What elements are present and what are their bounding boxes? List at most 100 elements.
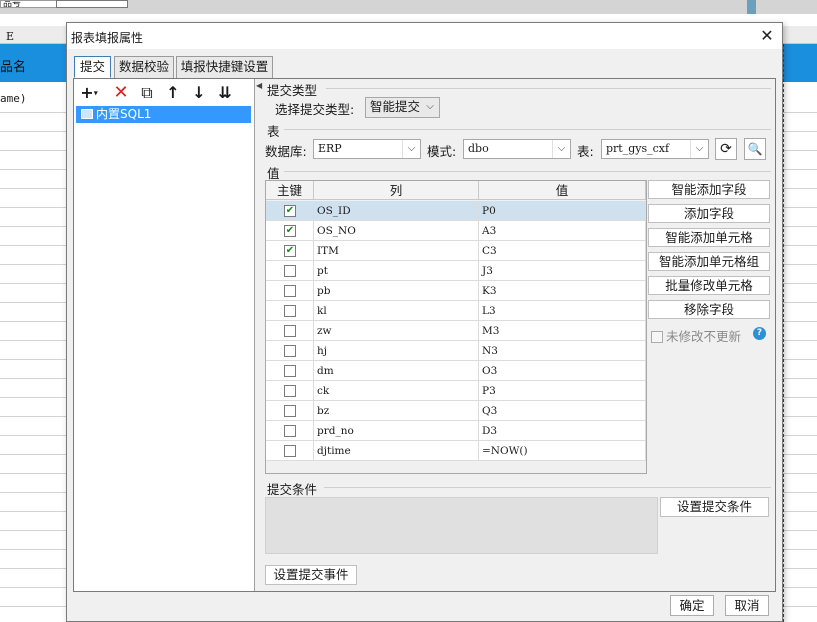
value-cell[interactable]: K3: [479, 281, 646, 301]
header-cell-product-name[interactable]: 品名: [0, 56, 26, 75]
smart-add-field-button[interactable]: 智能添加字段: [648, 180, 770, 199]
column-cell[interactable]: zw: [314, 321, 479, 341]
chevron-down-icon[interactable]: ⌵: [690, 140, 708, 158]
smart-add-cell-group-button[interactable]: 智能添加单元格组: [648, 252, 770, 271]
table-row[interactable]: prd_no D3: [266, 421, 646, 441]
column-header-value[interactable]: 值: [479, 181, 646, 200]
checkbox-icon[interactable]: [284, 405, 296, 417]
table-row[interactable]: djtime =NOW(): [266, 441, 646, 461]
value-cell[interactable]: O3: [479, 361, 646, 381]
checkbox-icon[interactable]: [284, 365, 296, 377]
column-cell[interactable]: OS_NO: [314, 221, 479, 241]
checkbox-box[interactable]: [651, 331, 663, 343]
table-row[interactable]: hj N3: [266, 341, 646, 361]
table-row[interactable]: ✔ OS_ID P0: [266, 201, 646, 221]
chevron-down-icon[interactable]: ⌵: [402, 140, 420, 158]
pane-splitter[interactable]: ◀: [256, 79, 262, 591]
checkbox-icon[interactable]: [284, 345, 296, 357]
table-row[interactable]: dm O3: [266, 361, 646, 381]
unchanged-no-update-checkbox[interactable]: 未修改不更新: [651, 326, 741, 345]
primary-key-cell: [266, 281, 314, 301]
refresh-icon[interactable]: ⟳: [715, 138, 737, 160]
cancel-button[interactable]: 取消: [725, 595, 769, 616]
checkbox-icon[interactable]: [284, 285, 296, 297]
value-cell[interactable]: D3: [479, 421, 646, 441]
primary-key-cell: [266, 381, 314, 401]
column-cell[interactable]: pb: [314, 281, 479, 301]
column-cell[interactable]: prd_no: [314, 421, 479, 441]
delete-icon[interactable]: ✕: [110, 82, 132, 104]
collapse-icon[interactable]: ◀: [256, 81, 262, 90]
tree-item-builtin-sql[interactable]: 内置SQL1: [76, 106, 251, 123]
column-cell[interactable]: pt: [314, 261, 479, 281]
checkbox-icon[interactable]: [284, 425, 296, 437]
copy-icon[interactable]: ⧉: [136, 82, 158, 104]
cell-name[interactable]: ame): [0, 92, 27, 105]
table-row[interactable]: zw M3: [266, 321, 646, 341]
formula-input[interactable]: [56, 0, 128, 8]
value-cell[interactable]: Q3: [479, 401, 646, 421]
ok-button[interactable]: 确定: [670, 595, 714, 616]
remove-field-button[interactable]: 移除字段: [648, 300, 770, 319]
add-icon[interactable]: +▾: [78, 82, 100, 104]
table-row[interactable]: kl L3: [266, 301, 646, 321]
database-select[interactable]: ERP ⌵: [313, 139, 421, 159]
table-row[interactable]: ✔ ITM C3: [266, 241, 646, 261]
tab-submit[interactable]: 提交: [74, 56, 111, 78]
value-cell[interactable]: A3: [479, 221, 646, 241]
checked-checkbox-icon[interactable]: ✔: [284, 205, 296, 217]
column-cell[interactable]: dm: [314, 361, 479, 381]
value-cell[interactable]: L3: [479, 301, 646, 321]
table-select[interactable]: prt_gys_cxf ⌵: [601, 139, 709, 159]
value-cell[interactable]: M3: [479, 321, 646, 341]
value-cell[interactable]: C3: [479, 241, 646, 261]
table-row[interactable]: ck P3: [266, 381, 646, 401]
column-cell[interactable]: hj: [314, 341, 479, 361]
column-header-primary-key[interactable]: 主键: [266, 181, 314, 200]
set-submit-condition-button[interactable]: 设置提交条件: [660, 497, 769, 517]
checked-checkbox-icon[interactable]: ✔: [284, 225, 296, 237]
value-cell[interactable]: =NOW(): [479, 441, 646, 461]
checkbox-icon[interactable]: [284, 445, 296, 457]
table-row[interactable]: ✔ OS_NO A3: [266, 221, 646, 241]
dialog-titlebar[interactable]: 报表填报属性 ✕: [67, 23, 782, 49]
help-icon[interactable]: ?: [753, 327, 766, 340]
column-cell[interactable]: djtime: [314, 441, 479, 461]
move-up-icon[interactable]: ↑: [162, 82, 184, 104]
close-icon[interactable]: ✕: [757, 26, 777, 46]
page-break-line: [783, 44, 784, 622]
value-cell[interactable]: P0: [479, 201, 646, 221]
add-field-button[interactable]: 添加字段: [648, 204, 770, 223]
value-cell[interactable]: P3: [479, 381, 646, 401]
schema-select[interactable]: dbo ⌵: [463, 139, 571, 159]
batch-edit-cells-button[interactable]: 批量修改单元格: [648, 276, 770, 295]
checkbox-icon[interactable]: [284, 385, 296, 397]
table-row[interactable]: pt J3: [266, 261, 646, 281]
set-submit-event-button[interactable]: 设置提交事件: [265, 565, 357, 585]
move-down-icon[interactable]: ↓: [188, 82, 210, 104]
column-header-e[interactable]: E: [6, 30, 14, 43]
column-cell[interactable]: ck: [314, 381, 479, 401]
checkbox-icon[interactable]: [284, 325, 296, 337]
submit-condition-area: [265, 497, 658, 554]
checked-checkbox-icon[interactable]: ✔: [284, 245, 296, 257]
value-cell[interactable]: J3: [479, 261, 646, 281]
smart-add-cell-button[interactable]: 智能添加单元格: [648, 228, 770, 247]
tab-data-validation[interactable]: 数据校验: [114, 56, 174, 78]
column-cell[interactable]: ITM: [314, 241, 479, 261]
checkbox-icon[interactable]: [284, 305, 296, 317]
column-cell[interactable]: bz: [314, 401, 479, 421]
preview-table-icon[interactable]: 🔍: [744, 138, 766, 160]
column-cell[interactable]: OS_ID: [314, 201, 479, 221]
table-row[interactable]: bz Q3: [266, 401, 646, 421]
tab-shortcut-settings[interactable]: 填报快捷键设置: [176, 56, 273, 78]
table-row[interactable]: pb K3: [266, 281, 646, 301]
submit-type-select[interactable]: 智能提交 ⌵: [365, 97, 440, 118]
checkbox-icon[interactable]: [284, 265, 296, 277]
chevron-down-icon[interactable]: ⌵: [421, 98, 439, 116]
column-cell[interactable]: kl: [314, 301, 479, 321]
chevron-down-icon[interactable]: ⌵: [552, 140, 570, 158]
column-header-column[interactable]: 列: [314, 181, 479, 200]
value-cell[interactable]: N3: [479, 341, 646, 361]
move-bottom-icon[interactable]: ⇊: [214, 82, 236, 104]
